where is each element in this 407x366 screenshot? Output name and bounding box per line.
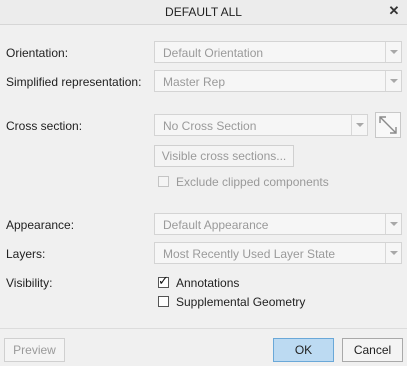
chevron-down-icon (385, 71, 401, 91)
check-icon: ✓ (158, 273, 169, 288)
chevron-down-icon (385, 42, 401, 62)
cross-section-label: Cross section: (6, 119, 83, 133)
chevron-down-icon (385, 243, 401, 263)
dialog-title: DEFAULT ALL (165, 5, 242, 19)
annotations-label: Annotations (176, 276, 240, 290)
exclude-clipped-label: Exclude clipped components (176, 175, 329, 189)
simplified-rep-label: Simplified representation: (6, 75, 142, 89)
appearance-dropdown[interactable]: Default Appearance (154, 213, 402, 235)
supplemental-geometry-checkbox[interactable] (158, 296, 169, 307)
visible-cross-sections-button[interactable]: Visible cross sections... (154, 145, 294, 167)
preview-button[interactable]: Preview (4, 338, 65, 362)
cross-section-flip-icon[interactable] (375, 112, 401, 138)
annotations-checkbox[interactable]: ✓ (158, 273, 169, 288)
orientation-value: Default Orientation (163, 46, 264, 60)
diagonal-arrow-icon (379, 116, 397, 134)
appearance-value: Default Appearance (163, 218, 269, 232)
orientation-label: Orientation: (6, 46, 69, 60)
cross-section-dropdown[interactable]: No Cross Section (154, 114, 368, 136)
simplified-rep-dropdown[interactable]: Master Rep (154, 70, 402, 92)
ok-button[interactable]: OK (273, 338, 334, 362)
footer-divider (0, 328, 407, 329)
supplemental-geometry-label: Supplemental Geometry (176, 295, 306, 309)
exclude-clipped-checkbox[interactable] (158, 176, 169, 187)
visibility-label: Visibility: (6, 276, 53, 290)
chevron-down-icon (351, 115, 367, 135)
appearance-label: Appearance: (6, 218, 75, 232)
layers-label: Layers: (6, 247, 46, 261)
cross-section-value: No Cross Section (163, 119, 257, 133)
title-bar: DEFAULT ALL ✕ (0, 0, 407, 25)
close-icon[interactable]: ✕ (385, 2, 403, 20)
simplified-rep-value: Master Rep (163, 75, 226, 89)
chevron-down-icon (385, 214, 401, 234)
layers-dropdown[interactable]: Most Recently Used Layer State (154, 242, 402, 264)
orientation-dropdown[interactable]: Default Orientation (154, 41, 402, 63)
layers-value: Most Recently Used Layer State (163, 247, 336, 261)
cancel-button[interactable]: Cancel (342, 338, 403, 362)
